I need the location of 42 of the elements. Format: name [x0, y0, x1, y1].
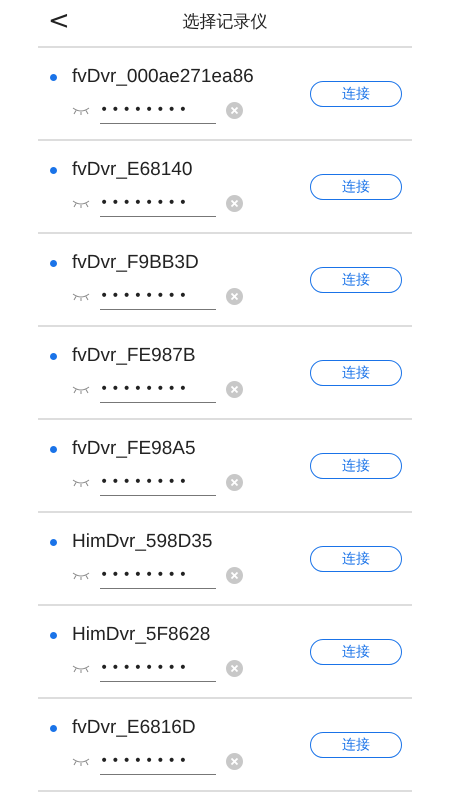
- connect-button[interactable]: 连接: [310, 80, 402, 106]
- connect-button[interactable]: 连接: [310, 452, 402, 478]
- status-dot: [50, 446, 57, 453]
- eye-closed-icon[interactable]: [72, 758, 90, 766]
- status-dot: [50, 632, 57, 639]
- password-field[interactable]: ••••••••: [100, 562, 216, 588]
- eye-closed-icon[interactable]: [72, 664, 90, 672]
- page-title: 选择记录仪: [182, 11, 268, 34]
- device-name: fvDvr_FE987B: [72, 344, 196, 368]
- status-dot: [50, 725, 57, 732]
- connect-button[interactable]: 连接: [310, 546, 402, 572]
- status-dot: [50, 167, 57, 174]
- eye-closed-icon[interactable]: [72, 478, 90, 486]
- status-dot: [50, 260, 57, 267]
- password-field[interactable]: ••••••••: [100, 98, 216, 124]
- eye-closed-icon[interactable]: [72, 106, 90, 114]
- status-dot: [50, 74, 57, 81]
- device-name: fvDvr_F9BB3D: [72, 251, 199, 276]
- connect-button[interactable]: 连接: [310, 732, 402, 758]
- eye-closed-icon[interactable]: [72, 386, 90, 394]
- password-field[interactable]: ••••••••: [100, 284, 216, 310]
- device-name: fvDvr_FE98A5: [72, 437, 196, 462]
- eye-closed-icon[interactable]: [72, 292, 90, 300]
- back-button[interactable]: <: [48, 8, 70, 34]
- password-field[interactable]: ••••••••: [100, 656, 216, 682]
- device-name: fvDvr_000ae271ea86: [72, 65, 254, 90]
- password-field[interactable]: ••••••••: [100, 748, 216, 774]
- connect-button[interactable]: 连接: [310, 174, 402, 200]
- device-name: HimDvr_598D35: [72, 530, 212, 554]
- password-field[interactable]: ••••••••: [100, 376, 216, 402]
- password-field[interactable]: ••••••••: [100, 190, 216, 216]
- connect-button[interactable]: 连接: [310, 638, 402, 664]
- status-dot: [50, 353, 57, 360]
- eye-closed-icon[interactable]: [72, 572, 90, 580]
- device-name: fvDvr_E68140: [72, 158, 192, 182]
- connect-button[interactable]: 连接: [310, 266, 402, 292]
- device-name: fvDvr_E6816D: [72, 716, 196, 740]
- password-field[interactable]: ••••••••: [100, 470, 216, 496]
- status-dot: [50, 539, 57, 546]
- connect-button[interactable]: 连接: [310, 360, 402, 386]
- device-name: HimDvr_5F8628: [72, 623, 210, 648]
- eye-closed-icon[interactable]: [72, 200, 90, 208]
